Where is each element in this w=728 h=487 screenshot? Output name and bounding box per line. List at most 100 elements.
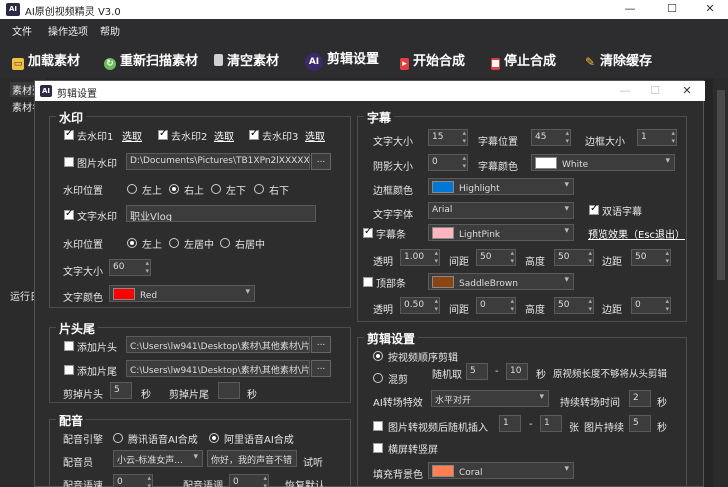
voice-dropdown[interactable]: 小云-标准女声... <box>113 450 203 467</box>
font-color-swatch <box>113 288 135 300</box>
remove-watermark-2-select[interactable]: 选取 <box>214 128 234 143</box>
add-intro-checkbox[interactable] <box>64 341 74 351</box>
remove-watermark-3-checkbox[interactable] <box>249 128 259 140</box>
text-position-right-center-radio[interactable] <box>220 238 230 248</box>
text-position-left-center-label: 左居中 <box>184 240 214 251</box>
restore-default-button[interactable]: 恢复默认 <box>285 477 325 487</box>
font-family-dropdown[interactable]: Arial <box>428 202 574 219</box>
fill-color-dropdown[interactable]: Coral <box>428 462 574 479</box>
subtitle-color-dropdown[interactable]: White <box>531 154 675 171</box>
top-bar-color-dropdown[interactable]: SaddleBrown <box>428 273 574 290</box>
top-opacity-spinner[interactable]: 0.50 <box>400 297 440 314</box>
image-hold-unit: 秒 <box>657 423 667 434</box>
random-to-input[interactable]: 10 <box>506 363 528 380</box>
remove-watermark-3-select[interactable]: 选取 <box>305 128 325 143</box>
watermark-position-bottom-left-radio[interactable] <box>211 184 221 194</box>
edit-settings-button[interactable]: AI 剪辑设置 <box>305 48 379 71</box>
image-watermark-checkbox[interactable] <box>64 157 74 167</box>
top-bar-checkbox[interactable] <box>363 277 373 287</box>
edit-settings-group-title: 剪辑设置 <box>364 330 419 347</box>
cut-head-input[interactable]: 5 <box>110 382 132 399</box>
font-size-label: 文字大小 <box>63 267 103 278</box>
minimize-button[interactable]: — <box>610 0 650 19</box>
bar-margin-label: 边距 <box>602 257 622 268</box>
clear-material-button[interactable]: 清空素材 <box>214 50 279 69</box>
engine-ali-radio[interactable] <box>209 433 219 443</box>
watermark-position-top-right-radio[interactable] <box>169 184 179 194</box>
top-spacing-label: 间距 <box>449 305 469 316</box>
image-watermark-path[interactable]: D:\Documents\Pictures\TB1XPn2lXXXXXXC <box>126 153 310 170</box>
subtitle-font-size-spinner[interactable]: 15 <box>428 129 468 146</box>
random-from-input[interactable]: 5 <box>466 363 488 380</box>
top-spacing-spinner[interactable]: 0 <box>476 297 516 314</box>
bar-margin-spinner[interactable]: 50 <box>631 249 671 266</box>
transition-duration-input[interactable]: 2 <box>629 390 651 407</box>
text-watermark-checkbox[interactable] <box>64 208 74 220</box>
text-position-top-left-radio[interactable] <box>127 238 137 248</box>
image-insert-dash: - <box>529 419 533 430</box>
bar-spacing-spinner[interactable]: 50 <box>476 249 516 266</box>
speed-spinner[interactable]: 0 <box>113 474 153 487</box>
menu-options[interactable]: 操作选项 <box>48 23 88 38</box>
main-scrollbar-thumb[interactable] <box>717 90 725 280</box>
load-material-button[interactable]: ▭ 加载素材 <box>12 50 80 70</box>
voice-try-button[interactable]: 试听 <box>303 454 323 469</box>
watermark-position-top-left-label: 左上 <box>142 186 162 197</box>
rescan-button[interactable]: ↻ 重新扫描素材 <box>104 50 198 70</box>
preview-effect-link[interactable]: 预览效果（Esc退出） <box>588 226 685 241</box>
dialog-title-bar: AI 剪辑设置 — ☐ ✕ <box>35 81 705 101</box>
intro-browse-button[interactable]: ... <box>311 336 331 353</box>
mix-edit-radio[interactable] <box>373 373 383 383</box>
text-position-left-center-radio[interactable] <box>169 238 179 248</box>
remove-watermark-1-checkbox[interactable] <box>64 128 74 140</box>
stop-compose-button[interactable]: ■ 停止合成 <box>491 50 556 70</box>
top-margin-spinner[interactable]: 0 <box>631 297 671 314</box>
watermark-position-top-left-radio[interactable] <box>127 184 137 194</box>
pitch-spinner[interactable]: 0 <box>229 474 269 487</box>
intro-path[interactable]: C:\Users\lw941\Desktop\素材\其他素材\片 <box>126 336 310 353</box>
outro-path[interactable]: C:\Users\lw941\Desktop\素材\其他素材\片 <box>126 360 310 377</box>
border-color-dropdown[interactable]: Highlight <box>428 178 574 195</box>
voice-sample-text[interactable]: 你好，我的声音不错 <box>207 450 297 467</box>
dialog-close-button[interactable]: ✕ <box>667 82 707 101</box>
close-button[interactable]: ✕ <box>690 0 728 19</box>
maximize-button[interactable]: ☐ <box>652 0 692 19</box>
add-outro-checkbox[interactable] <box>64 365 74 375</box>
engine-tencent-radio[interactable] <box>113 433 123 443</box>
outro-browse-button[interactable]: ... <box>311 360 331 377</box>
bar-height-spinner[interactable]: 50 <box>554 249 594 266</box>
transition-dropdown[interactable]: 水平对开 <box>431 390 549 407</box>
subtitle-group-title: 字幕 <box>364 109 395 126</box>
watermark-position-bottom-right-radio[interactable] <box>254 184 264 194</box>
dialog-title: 剪辑设置 <box>57 89 97 100</box>
subtitle-bar-checkbox[interactable] <box>363 226 373 238</box>
bar-opacity-spinner[interactable]: 1.00 <box>400 249 440 266</box>
border-size-spinner[interactable]: 1 <box>637 129 677 146</box>
start-compose-button[interactable]: ▸ 开始合成 <box>400 50 465 70</box>
order-edit-radio[interactable] <box>373 351 383 361</box>
clear-cache-button[interactable]: ✎ 清除缓存 <box>584 50 652 69</box>
font-size-spinner[interactable]: 60 <box>109 259 151 276</box>
shadow-size-spinner[interactable]: 0 <box>428 154 468 171</box>
image-hold-input[interactable]: 5 <box>629 415 651 432</box>
subtitle-bar-color-dropdown[interactable]: LightPink <box>428 224 574 241</box>
landscape-to-portrait-checkbox[interactable] <box>373 443 383 453</box>
menu-file[interactable]: 文件 <box>12 23 32 38</box>
image-insert-checkbox[interactable] <box>373 421 383 431</box>
remove-watermark-1-select[interactable]: 选取 <box>122 128 142 143</box>
cut-tail-input[interactable] <box>218 382 240 399</box>
folder-icon: ▭ <box>12 58 24 70</box>
app-title: AI原创视频精灵 V3.0 <box>25 7 121 18</box>
image-insert-to-input[interactable]: 1 <box>540 415 562 432</box>
subtitle-position-spinner[interactable]: 45 <box>531 129 571 146</box>
order-edit-label: 按视频顺序剪辑 <box>388 353 458 364</box>
intro-outro-group-title: 片头尾 <box>56 320 99 337</box>
text-watermark-input[interactable]: 职业Vlog <box>126 205 316 222</box>
image-insert-from-input[interactable]: 1 <box>499 415 521 432</box>
menu-help[interactable]: 帮助 <box>100 23 120 38</box>
font-color-dropdown[interactable]: Red <box>109 285 255 302</box>
remove-watermark-2-checkbox[interactable] <box>158 128 168 140</box>
image-watermark-browse-button[interactable]: ... <box>311 153 331 170</box>
top-height-spinner[interactable]: 50 <box>554 297 594 314</box>
bilingual-subtitle-checkbox[interactable] <box>589 203 599 215</box>
